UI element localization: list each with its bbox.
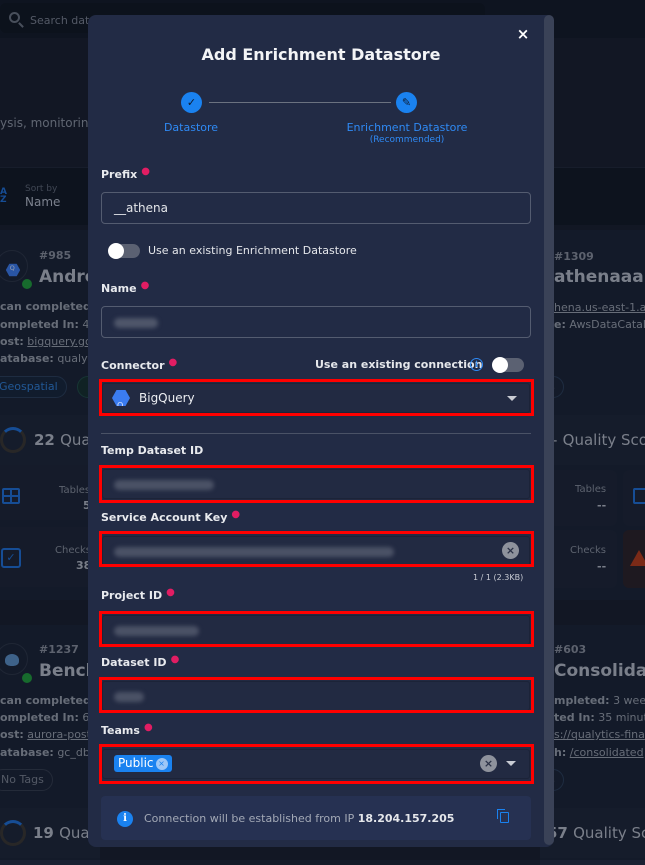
add-enrichment-datastore-dialog [88,15,554,847]
connector-select[interactable]: BigQuery [101,382,531,414]
name-input[interactable] [101,306,531,338]
temp-dataset-id-input[interactable] [101,468,531,500]
service-account-key-label: Service Account Key● [101,511,240,524]
required-indicator: ● [141,280,150,291]
redacted-value [114,547,394,557]
redacted-value [114,318,158,328]
prefix-label: Prefix● [101,168,150,181]
service-account-key-file[interactable] [101,535,531,567]
step-2-label[interactable]: Enrichment Datastore [337,121,477,134]
clear-teams-button[interactable]: × [480,755,497,772]
dataset-id-input[interactable] [101,680,531,712]
ip-address: 18.204.157.205 [358,812,455,825]
required-indicator: ● [171,654,180,665]
use-existing-connection-label: Use an existing connection [315,358,482,371]
required-indicator: ● [144,722,153,733]
info-icon[interactable]: i [470,358,483,371]
divider [101,433,531,434]
modal-title: Add Enrichment Datastore [88,45,554,64]
required-indicator: ● [166,587,175,598]
copy-icon[interactable] [500,812,509,823]
redacted-value [114,692,144,702]
step-1-check-icon: ✓ [181,92,202,113]
redacted-value [114,626,199,636]
clear-file-button[interactable]: × [502,542,519,559]
connector-value: BigQuery [139,383,195,413]
team-chip-public: Public× [114,755,172,772]
stepper-connector [209,102,391,103]
connector-label: Connector● [101,359,177,372]
dataset-id-label: Dataset ID● [101,656,179,669]
prefix-input[interactable]: __athena [101,192,531,224]
project-id-label: Project ID● [101,589,175,602]
project-id-input[interactable] [101,614,531,646]
step-1-label[interactable]: Datastore [141,121,241,134]
remove-chip-icon[interactable]: × [156,758,168,770]
modal-scrollbar[interactable] [544,15,554,845]
teams-label: Teams● [101,724,153,737]
name-label: Name● [101,282,149,295]
close-button[interactable]: × [515,26,531,42]
chevron-down-icon [507,396,517,401]
chevron-down-icon[interactable] [506,761,516,766]
use-existing-enrichment-label: Use an existing Enrichment Datastore [148,244,357,257]
temp-dataset-id-label: Temp Dataset ID [101,444,203,457]
use-existing-connection-toggle[interactable] [494,358,524,372]
file-info: 1 / 1 (2.3KB) [473,573,523,582]
connection-info-text: Connection will be established from IP 1… [144,812,454,825]
required-indicator: ● [141,166,150,177]
redacted-value [114,480,214,490]
bigquery-icon [112,390,130,406]
step-2-sublabel: (Recommended) [337,135,477,145]
required-indicator: ● [169,357,178,368]
use-existing-enrichment-toggle[interactable] [110,244,140,258]
info-icon: i [117,811,133,827]
step-2-pencil-icon: ✎ [396,92,417,113]
required-indicator: ● [231,509,240,520]
